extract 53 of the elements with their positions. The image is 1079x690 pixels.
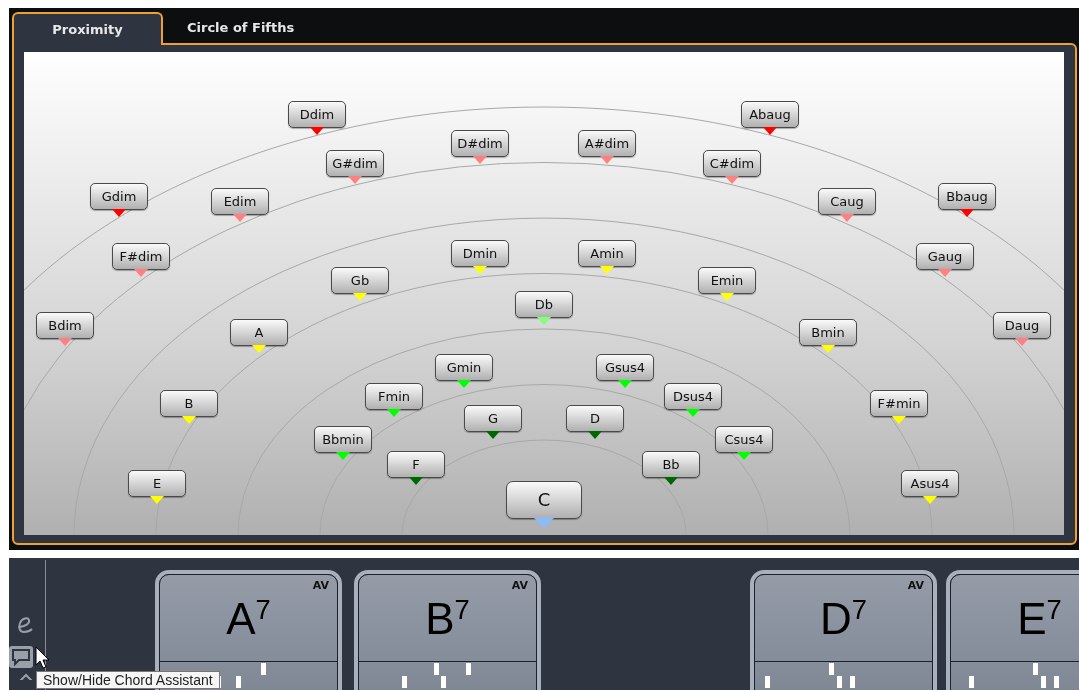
chord-button[interactable]: Bbaug <box>938 183 996 210</box>
chord-button[interactable]: C#dim <box>703 150 761 177</box>
chord-button[interactable]: C <box>506 481 582 519</box>
chord-button[interactable]: F#dim <box>112 243 170 270</box>
chord-button[interactable]: B <box>160 390 218 417</box>
chord-button[interactable]: Emin <box>698 267 756 294</box>
tab[interactable]: Proximity <box>12 12 163 45</box>
chord-button[interactable]: Gdim <box>90 183 148 210</box>
chord-button[interactable]: Csus4 <box>715 426 773 453</box>
chord-button[interactable]: Gsus4 <box>596 354 654 381</box>
chord-button[interactable]: D#dim <box>451 130 509 157</box>
chord-button[interactable]: A <box>230 319 288 346</box>
chord-button[interactable]: Bdim <box>36 312 94 339</box>
chord-event-card[interactable]: AV D$^{7}$ <box>750 570 937 690</box>
chord-button[interactable]: Gaug <box>916 243 974 270</box>
chord-button[interactable]: Amin <box>578 240 636 267</box>
chord-name: D$^{7}$ <box>819 597 868 641</box>
mouse-cursor-icon <box>35 646 50 669</box>
chord-button[interactable]: Asus4 <box>901 470 959 497</box>
chord-button[interactable]: Caug <box>818 188 876 215</box>
chord-button[interactable]: Ddim <box>288 101 346 128</box>
tooltip: Show/Hide Chord Assistant <box>36 671 220 689</box>
chord-button[interactable]: Dsus4 <box>664 383 722 410</box>
chord-button[interactable]: F#min <box>870 390 928 417</box>
chord-button[interactable]: F <box>387 451 445 478</box>
chord-event-card[interactable]: AV B$^{7}$ <box>354 570 541 690</box>
chord-button[interactable]: Bmin <box>799 319 857 346</box>
chord-button[interactable]: Abaug <box>741 101 799 128</box>
chord-button[interactable]: G <box>464 405 522 432</box>
chord-name: B$^{7}$ <box>424 597 471 641</box>
voicing-notes-drawing <box>402 663 471 688</box>
speech-bubble-icon[interactable] <box>9 646 33 668</box>
chord-button[interactable]: Db <box>515 291 573 318</box>
voicing-label: AV <box>511 579 528 592</box>
chord-button[interactable]: Daug <box>993 312 1051 339</box>
chord-button[interactable]: E <box>128 470 186 497</box>
chord-button[interactable]: Bbmin <box>314 426 372 453</box>
chord-button[interactable]: Gmin <box>435 354 493 381</box>
tab[interactable]: Circle of Fifths <box>163 12 319 43</box>
chord-button[interactable]: A#dim <box>578 130 636 157</box>
chord-name: E$^{7}$ <box>1016 597 1063 641</box>
chord-event-card[interactable]: E$^{7}$ <box>946 570 1079 690</box>
script-e-icon[interactable] <box>15 616 35 634</box>
chord-button[interactable]: D <box>566 405 624 432</box>
voicing-label: AV <box>907 579 924 592</box>
chord-button[interactable]: Edim <box>211 188 269 215</box>
chord-button[interactable]: Gb <box>331 267 389 294</box>
voicing-label: AV <box>312 579 329 592</box>
chord-name: A$^{7}$ <box>225 597 272 641</box>
chord-button[interactable]: Fmin <box>365 383 423 410</box>
chord-button[interactable]: G#dim <box>326 150 384 177</box>
chord-button[interactable]: Dmin <box>451 240 509 267</box>
chord-button[interactable]: Bb <box>642 451 700 478</box>
